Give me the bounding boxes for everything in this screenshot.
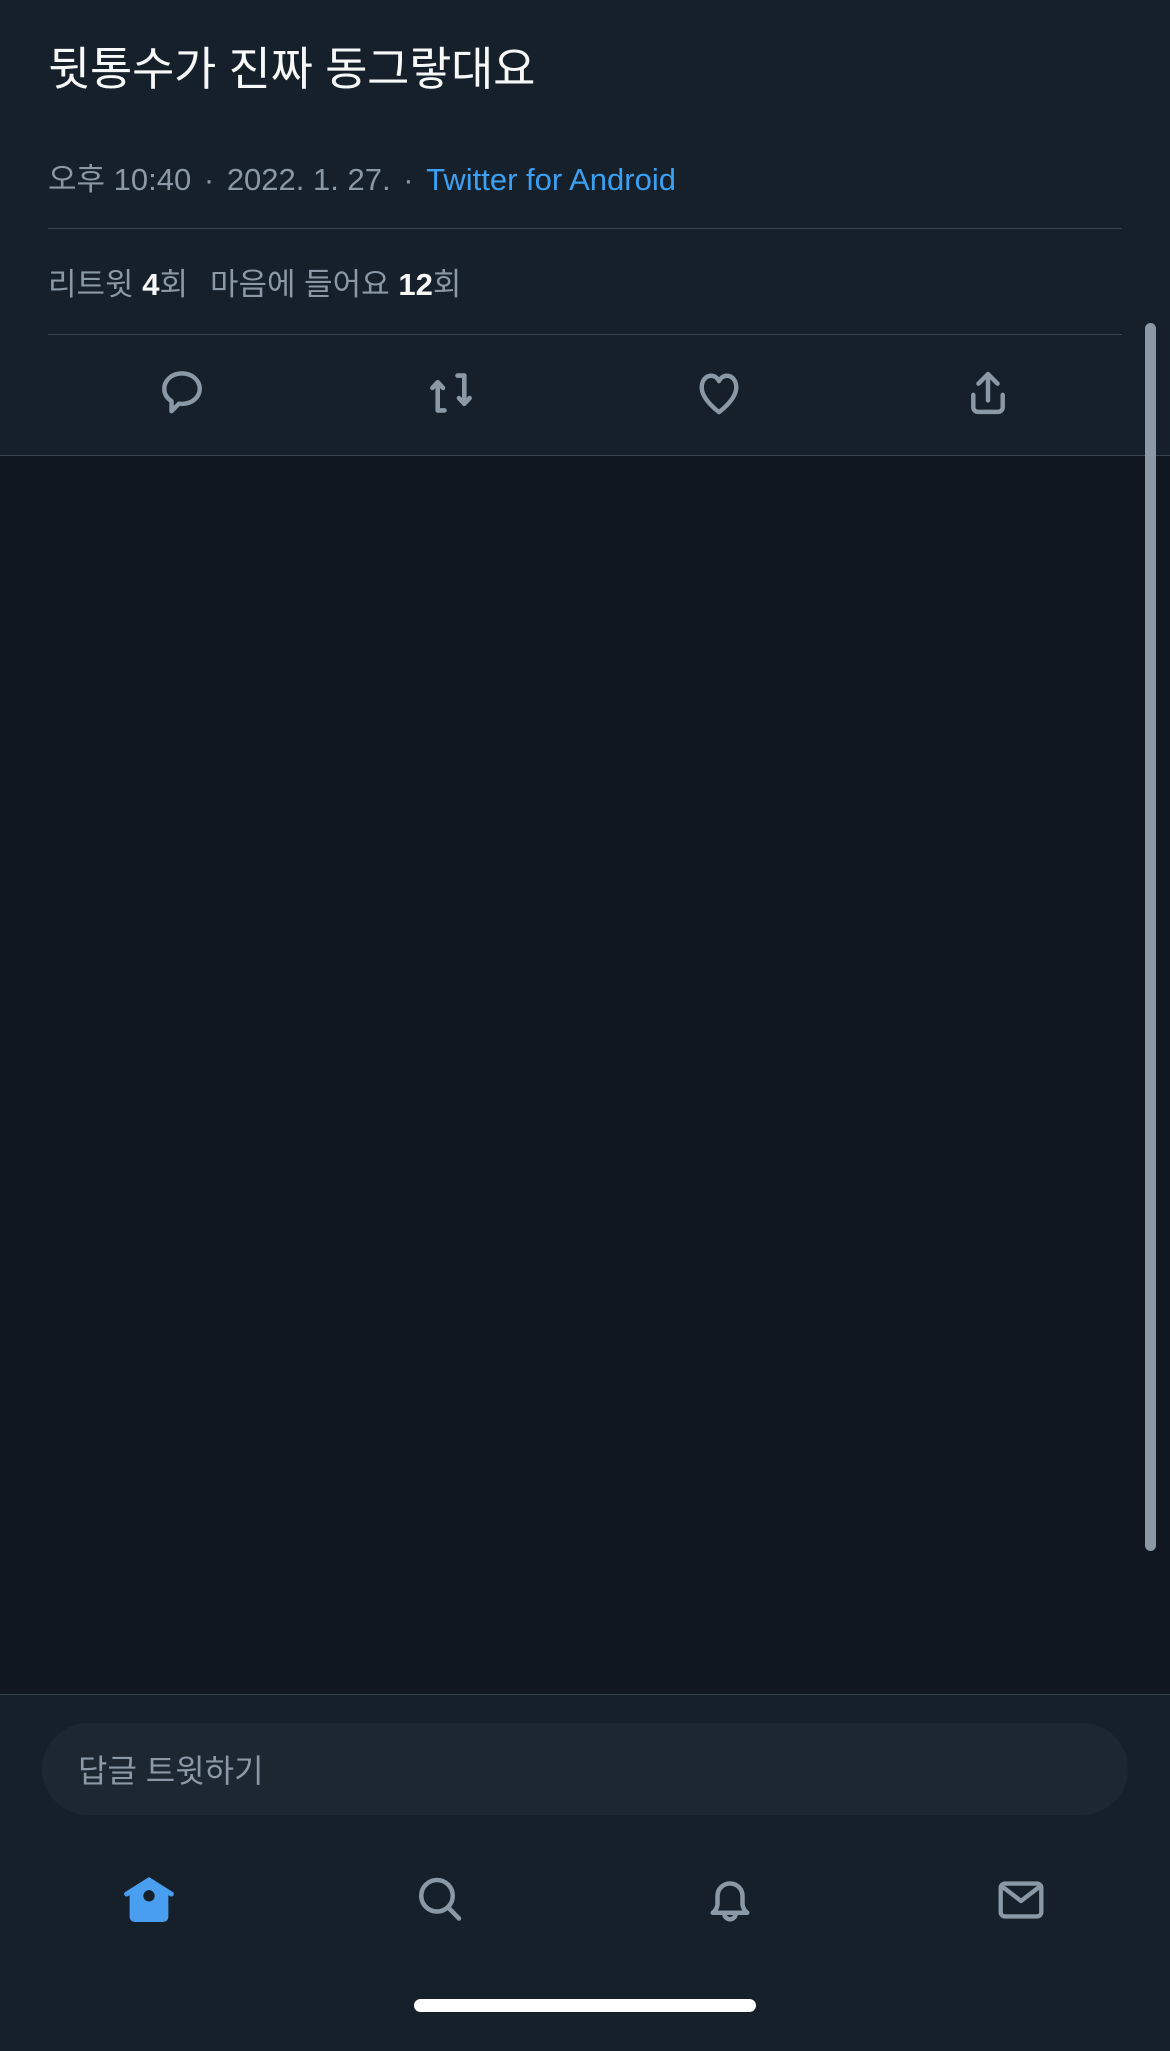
like-stat[interactable]: 마음에 들어요 12회 xyxy=(210,267,461,302)
tweet-time: 오후 10:40 xyxy=(48,162,192,198)
home-indicator-bar[interactable] xyxy=(414,1998,756,2012)
search-icon xyxy=(410,1870,470,1930)
heart-icon xyxy=(691,365,747,421)
like-stat-count: 12 xyxy=(398,267,433,303)
retweet-stat-count: 4 xyxy=(142,267,160,303)
tweet-source-link[interactable]: Twitter for Android xyxy=(426,162,676,197)
reply-composer: 답글 트윗하기 xyxy=(0,1694,1170,1841)
bottom-navigation-bar xyxy=(0,1841,1170,1959)
tweet-metadata-row: 오후 10:40 · 2022. 1. 27. · Twitter for An… xyxy=(48,100,1122,228)
replies-scroll-area xyxy=(0,323,1170,1694)
tweet-detail-section: 뒷통수가 진짜 동그랗대요 오후 10:40 · 2022. 1. 27. · … xyxy=(0,0,1170,456)
retweet-stat[interactable]: 리트윗 4회 xyxy=(48,267,188,302)
reply-input-placeholder: 답글 트윗하기 xyxy=(78,1753,264,1789)
tweet-date: 2022. 1. 27. xyxy=(226,162,391,198)
twitter-tweet-detail-screen: 뒷통수가 진짜 동그랗대요 오후 10:40 · 2022. 1. 27. · … xyxy=(0,0,1170,2051)
nav-item-messages[interactable] xyxy=(876,1841,1167,1959)
retweet-stat-label: 리트윗 xyxy=(48,267,134,303)
retweet-icon xyxy=(422,364,480,422)
nav-item-notifications[interactable] xyxy=(585,1841,876,1959)
tweet-text: 뒷통수가 진짜 동그랗대요 xyxy=(48,43,536,95)
tweet-stats-row: 리트윗 4회 마음에 들어요 12회 xyxy=(48,229,1122,334)
retweet-button[interactable] xyxy=(317,357,586,429)
vertical-scrollbar[interactable] xyxy=(1145,323,1156,1552)
nav-item-home[interactable] xyxy=(4,1841,295,1959)
share-icon xyxy=(960,365,1016,421)
like-stat-unit: 회 xyxy=(432,267,462,303)
meta-separator-1: · xyxy=(203,162,215,198)
bell-icon xyxy=(700,1870,760,1930)
like-button[interactable] xyxy=(585,357,854,429)
reply-button[interactable] xyxy=(48,357,317,429)
home-icon xyxy=(118,1869,180,1931)
reply-input[interactable]: 답글 트윗하기 xyxy=(42,1723,1128,1815)
nav-item-search[interactable] xyxy=(295,1841,586,1959)
share-button[interactable] xyxy=(854,357,1123,429)
retweet-stat-unit: 회 xyxy=(159,267,188,303)
comment-icon xyxy=(154,365,210,421)
scrollbar-thumb[interactable] xyxy=(1145,323,1156,1552)
system-gesture-area xyxy=(0,1959,1170,2051)
meta-separator-2: · xyxy=(403,162,414,198)
tweet-actions-row xyxy=(48,335,1122,455)
envelope-icon xyxy=(992,1871,1050,1929)
like-stat-label: 마음에 들어요 xyxy=(209,267,390,303)
